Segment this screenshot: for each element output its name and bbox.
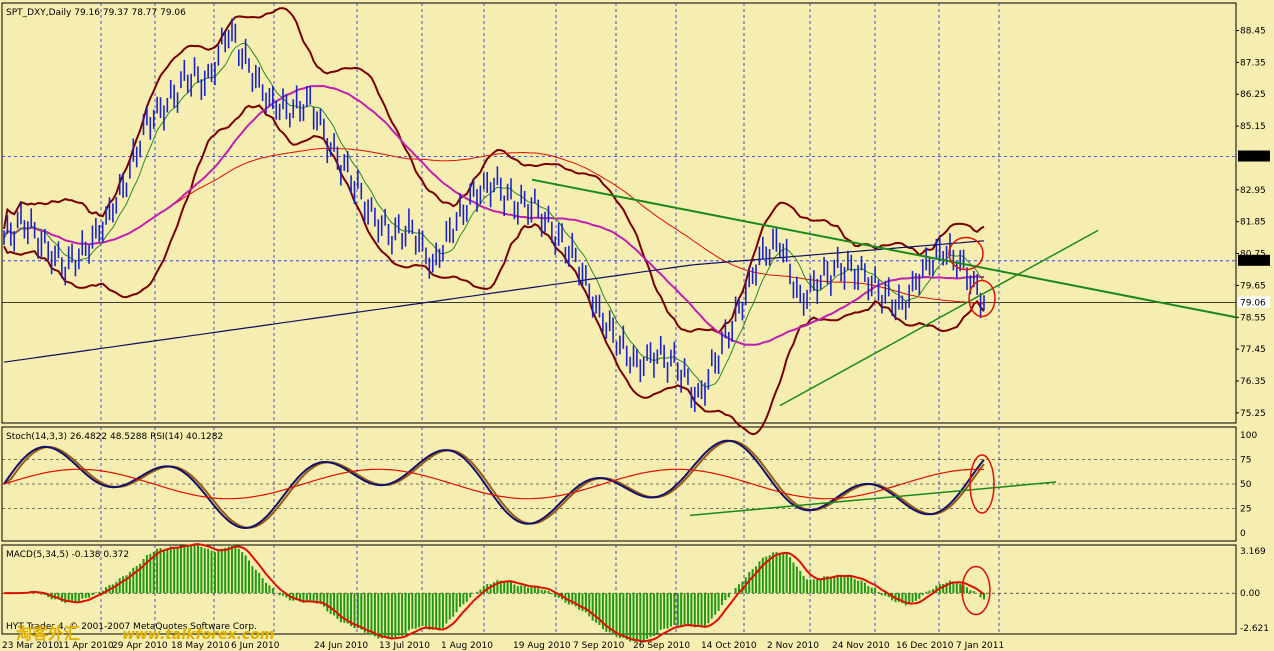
stoch-tick-label: 100 bbox=[1240, 431, 1257, 441]
macd-label: MACD(5,34,5) -0.138 0.372 bbox=[6, 550, 129, 560]
stoch-tick-label: 0 bbox=[1240, 529, 1246, 539]
price-tick-label: 79.65 bbox=[1240, 281, 1266, 291]
x-axis-label: 24 Nov 2010 bbox=[832, 641, 890, 651]
window-title: SPT_DXY,Daily 79.16 79.37 78.77 79.06 bbox=[6, 8, 186, 18]
macd-tick-label: 0.00 bbox=[1240, 589, 1260, 599]
price-tick-label: 78.55 bbox=[1240, 313, 1266, 323]
watermark-cjk: 淘客外汇 bbox=[16, 624, 80, 643]
price-tick-label: 76.35 bbox=[1240, 377, 1266, 387]
forex-chart: 88.4587.3586.2585.1584.1082.9581.8580.75… bbox=[0, 0, 1274, 651]
x-axis-label: 7 Jan 2011 bbox=[956, 641, 1004, 651]
x-axis-label: 26 Sep 2010 bbox=[633, 641, 690, 651]
x-axis-label: 7 Sep 2010 bbox=[573, 641, 625, 651]
macd-tick-label: -2.621 bbox=[1240, 624, 1269, 634]
stoch-tick-label: 75 bbox=[1240, 456, 1251, 466]
macd-tick-label: 3.169 bbox=[1240, 547, 1266, 557]
price-tag: 80.50 bbox=[1240, 257, 1266, 267]
price-tick-label: 88.45 bbox=[1240, 27, 1266, 37]
price-tick-label: 75.25 bbox=[1240, 409, 1266, 419]
x-axis-label: 13 Jul 2010 bbox=[379, 641, 430, 651]
price-tick-label: 85.15 bbox=[1240, 122, 1266, 132]
price-tick-label: 86.25 bbox=[1240, 90, 1266, 100]
x-axis-label: 2 Nov 2010 bbox=[767, 641, 819, 651]
stoch-tick-label: 50 bbox=[1240, 480, 1252, 490]
x-axis-label: 24 Jun 2010 bbox=[314, 641, 368, 651]
x-axis-label: 1 Aug 2010 bbox=[441, 641, 493, 651]
price-tick-label: 82.95 bbox=[1240, 186, 1266, 196]
x-axis-label: 16 Dec 2010 bbox=[896, 641, 954, 651]
watermark: www.talkforex.com bbox=[122, 627, 274, 643]
price-tick-label: 87.35 bbox=[1240, 58, 1266, 68]
stoch-label: Stoch(14,3,3) 26.4822 48.5288 RSI(14) 40… bbox=[6, 432, 223, 442]
x-axis-label: 14 Oct 2010 bbox=[701, 641, 757, 651]
price-tick-label: 77.45 bbox=[1240, 345, 1266, 355]
price-tag: 84.10 bbox=[1240, 153, 1266, 163]
price-tag: 79.06 bbox=[1240, 299, 1266, 309]
price-tick-label: 81.85 bbox=[1240, 218, 1266, 228]
stoch-tick-label: 25 bbox=[1240, 505, 1251, 515]
x-axis-label: 19 Aug 2010 bbox=[513, 641, 571, 651]
